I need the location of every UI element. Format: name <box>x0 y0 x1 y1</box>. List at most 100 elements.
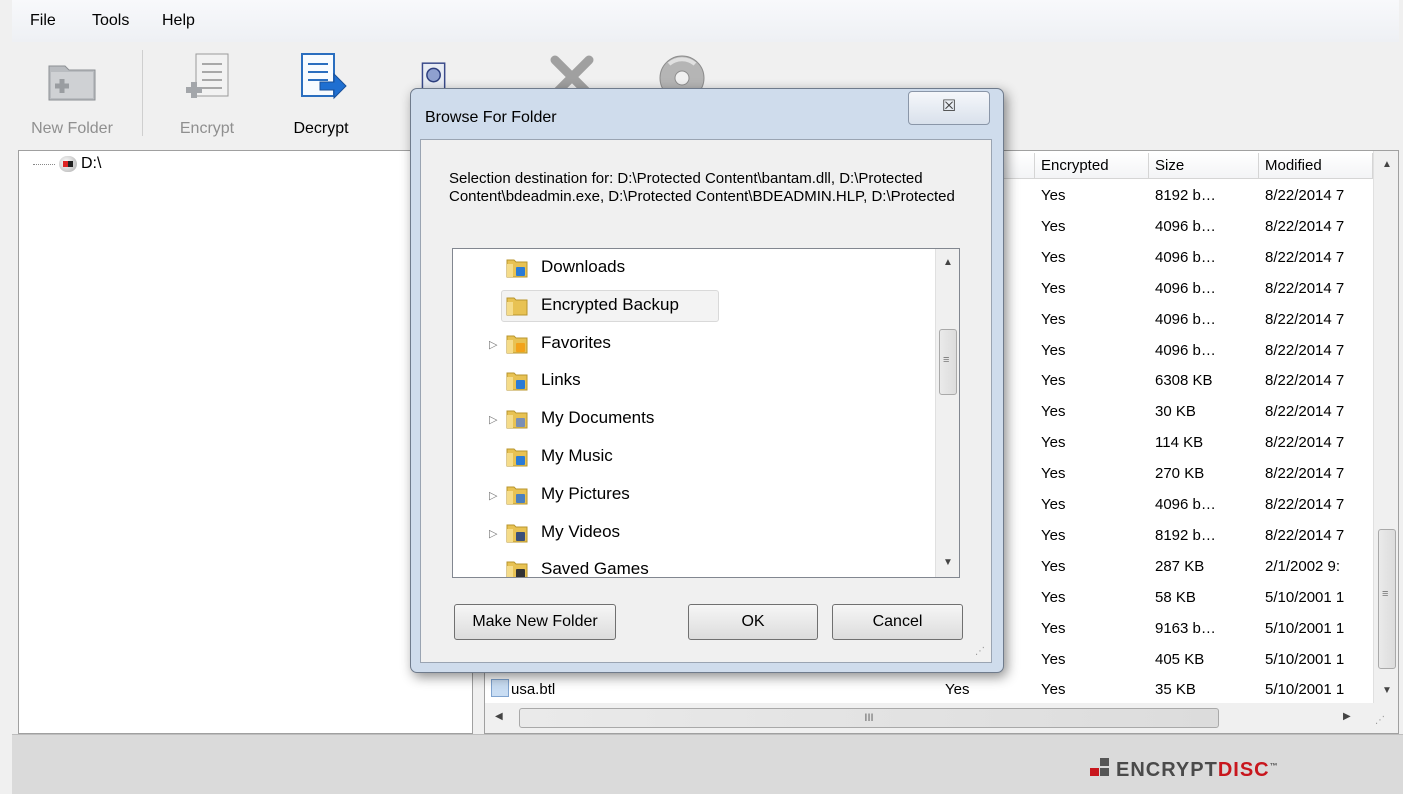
scroll-left-arrow[interactable]: ◀ <box>495 711 503 722</box>
cell-size: 58 KB <box>1155 588 1196 606</box>
folder-list-scrollbar[interactable]: ▲ ≡ ▼ <box>935 249 959 577</box>
encrypt-label: Encrypt <box>179 120 235 137</box>
cell-encrypted: Yes <box>1041 248 1066 266</box>
cell-encrypted: Yes <box>1041 217 1066 235</box>
folder-item[interactable]: ▷ My Documents <box>453 402 933 438</box>
cell-size: 287 KB <box>1155 557 1205 575</box>
cell-encrypted: Yes <box>1041 557 1066 575</box>
folder-item[interactable]: ▷ Favorites <box>453 327 933 363</box>
cell-name: usa.btl <box>511 681 556 699</box>
cell-modified: 8/22/2014 7 <box>1265 248 1345 266</box>
cell-modified: 8/22/2014 7 <box>1265 372 1345 390</box>
cell-encrypted: Yes <box>1041 310 1066 328</box>
cell-modified: 8/22/2014 7 <box>1265 526 1345 544</box>
folder-browser-list[interactable]: Downloads Encrypted Backup ▷ Favorites Links… <box>452 248 960 578</box>
tree-connector <box>33 163 55 165</box>
cell-modified: 2/1/2002 9: <box>1265 557 1341 575</box>
menu-file[interactable]: File <box>26 10 60 32</box>
expand-arrow-icon[interactable]: ▷ <box>489 489 497 502</box>
menu-bar: File Tools Help <box>12 0 1399 43</box>
menu-help[interactable]: Help <box>158 10 199 32</box>
horizontal-scroll-thumb[interactable]: III <box>519 708 1219 728</box>
scroll-down-arrow[interactable]: ▼ <box>1382 685 1392 696</box>
cell-encrypted: Yes <box>1041 650 1066 668</box>
cell-encrypted: Yes <box>1041 187 1066 204</box>
dialog-body: Selection destination for: D:\Protected … <box>420 139 992 663</box>
folder-label: My Music <box>541 446 613 465</box>
cell-modified: 8/22/2014 7 <box>1265 496 1345 513</box>
menu-tools[interactable]: Tools <box>88 10 133 32</box>
cell-encrypted: Yes <box>1041 465 1066 483</box>
folder-icon <box>506 524 528 543</box>
cancel-button[interactable]: Cancel <box>832 604 963 640</box>
cell-modified: 5/10/2001 1 <box>1265 650 1345 668</box>
scroll-right-arrow[interactable]: ▶ <box>1343 711 1351 722</box>
cell-size: 270 KB <box>1155 465 1205 483</box>
cell-size: 8192 b… <box>1155 187 1216 204</box>
horizontal-scrollbar[interactable]: ◀ III ▶ ⋰ <box>485 703 1398 733</box>
folder-item[interactable]: ▷ My Pictures <box>453 478 933 514</box>
scroll-up-arrow[interactable]: ▲ <box>1382 159 1392 170</box>
cell-modified: 5/10/2001 1 <box>1265 619 1345 637</box>
ok-button[interactable]: OK <box>688 604 818 640</box>
cell-modified: 8/22/2014 7 <box>1265 403 1345 421</box>
new-folder-icon <box>48 65 96 101</box>
vertical-scroll-thumb[interactable]: ≡ <box>1378 529 1396 669</box>
cell-encrypted: Yes <box>1041 434 1066 452</box>
close-icon: ☒ <box>941 98 957 115</box>
folder-icon <box>506 335 528 354</box>
new-folder-button[interactable]: New Folder <box>12 48 132 144</box>
column-header-modified[interactable]: Modified <box>1259 153 1373 179</box>
dialog-size-grip: ⋰ <box>975 646 985 657</box>
expand-arrow-icon[interactable]: ▷ <box>489 413 497 426</box>
cell-size: 35 KB <box>1155 681 1196 699</box>
cell-encrypted: Yes <box>1041 619 1066 637</box>
cell-modified: 8/22/2014 7 <box>1265 217 1345 235</box>
folder-item[interactable]: My Music <box>453 440 933 476</box>
vertical-scrollbar[interactable]: ▲ ≡ ▼ <box>1373 151 1398 703</box>
folder-item[interactable]: Encrypted Backup <box>453 289 933 325</box>
cell-modified: 8/22/2014 7 <box>1265 341 1345 359</box>
selection-message: Selection destination for: D:\Protected … <box>449 170 955 205</box>
cell-size: 405 KB <box>1155 650 1205 668</box>
cell-encrypted: Yes <box>1041 588 1066 606</box>
expand-arrow-icon[interactable]: ▷ <box>489 527 497 540</box>
cell-modified: 8/22/2014 7 <box>1265 187 1345 204</box>
tree-item-drive-d[interactable]: D:\ <box>33 155 101 173</box>
folder-scroll-thumb[interactable]: ≡ <box>939 329 957 395</box>
folder-scroll-grip: ≡ <box>943 354 950 366</box>
folder-item[interactable]: Downloads <box>453 251 933 287</box>
dialog-close-button[interactable]: ☒ <box>908 91 990 125</box>
folder-label: Encrypted Backup <box>541 294 679 314</box>
folder-scroll-up-arrow[interactable]: ▲ <box>943 257 953 268</box>
table-row[interactable]: usa.btl Yes Yes 35 KB 5/10/2001 1 <box>485 675 1365 706</box>
decrypt-label: Decrypt <box>293 120 349 137</box>
dialog-title: Browse For Folder <box>425 109 557 126</box>
scroll-grip: ≡ <box>1382 588 1389 600</box>
encrypt-button[interactable]: Encrypt <box>152 48 262 144</box>
drive-icon <box>59 156 77 172</box>
cell-encrypted: Yes <box>1041 279 1066 297</box>
folder-item[interactable]: Links <box>453 364 933 400</box>
make-new-folder-button[interactable]: Make New Folder <box>454 604 616 640</box>
column-header-encrypted[interactable]: Encrypted <box>1035 153 1149 179</box>
cell-modified: 5/10/2001 1 <box>1265 681 1345 699</box>
cell-encrypted: Yes <box>1041 681 1066 699</box>
folder-tree-pane: D:\ <box>18 150 473 734</box>
cell-modified: 8/22/2014 7 <box>1265 465 1345 483</box>
decrypt-button[interactable]: Decrypt <box>268 48 374 144</box>
folder-icon <box>506 448 528 467</box>
folder-scroll-down-arrow[interactable]: ▼ <box>943 557 953 568</box>
browse-folder-dialog: Browse For Folder ☒ Selection destinatio… <box>410 88 1004 673</box>
cell-size: 4096 b… <box>1155 341 1216 359</box>
folder-item[interactable]: Saved Games <box>453 553 933 577</box>
logo-text-disc: DISC <box>1217 759 1270 781</box>
cell-protected: Yes <box>945 681 970 699</box>
expand-arrow-icon[interactable]: ▷ <box>489 338 497 351</box>
column-header-size[interactable]: Size <box>1149 153 1259 179</box>
cell-size: 4096 b… <box>1155 248 1216 266</box>
logo-squares-icon <box>1090 758 1109 776</box>
encryptdisc-logo: ENCRYPTDISC™ <box>1090 752 1279 782</box>
cell-size: 114 KB <box>1155 434 1204 452</box>
folder-item[interactable]: ▷ My Videos <box>453 516 933 552</box>
